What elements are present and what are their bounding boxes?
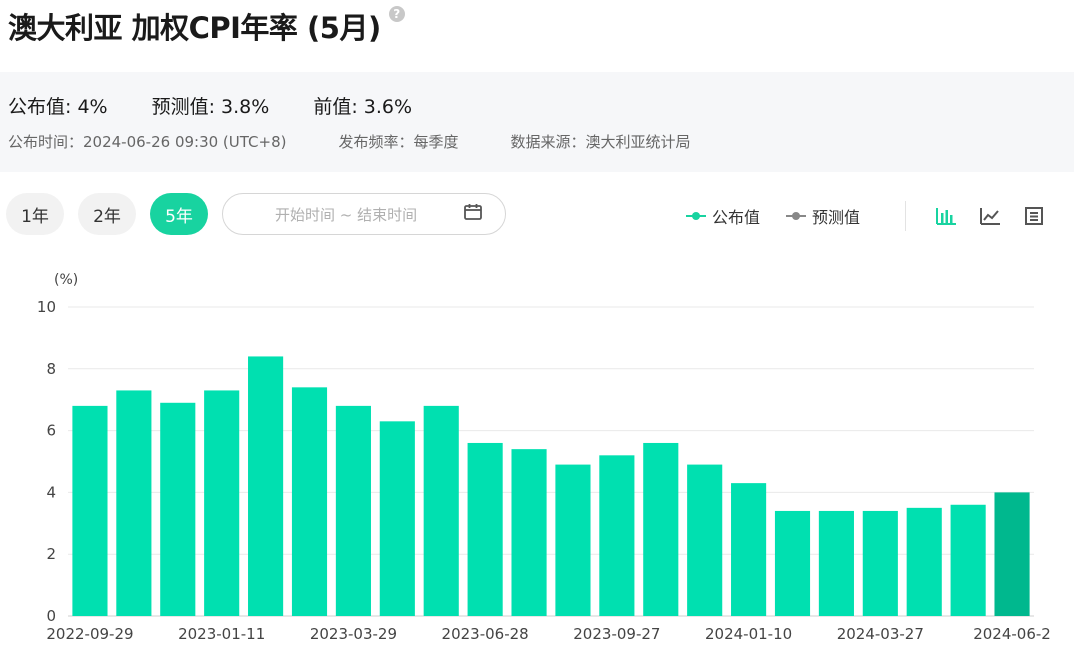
chart-bar [687,464,723,616]
range-5y-button[interactable]: 5年 [150,193,208,235]
actual-value: 公布值: 4% [8,96,108,118]
calendar-icon[interactable] [463,202,483,226]
line-chart-view-icon[interactable] [979,205,1001,227]
y-tick-label: 0 [46,607,56,625]
legend-actual-marker [686,211,706,221]
chart-bar [511,449,547,616]
chart-legend: 公布值 预测值 [686,204,886,228]
chart-bar [467,442,503,616]
forecast-value: 预测值: 3.8% [151,96,270,118]
chart-bar [950,504,986,616]
y-axis-label: (%) [54,272,78,288]
x-tick-label: 2024-06-2 [973,625,1051,643]
previous-value: 前值: 3.6% [313,96,413,118]
chart-bar [994,492,1030,616]
x-tick-label: 2023-03-29 [310,625,397,643]
x-tick-label: 2024-03-27 [837,625,924,643]
table-view-icon[interactable] [1023,205,1045,227]
y-tick-label: 6 [46,422,56,440]
chart-bar [72,405,108,616]
chart-bar [335,405,371,616]
date-range-placeholder: 开始时间 ~ 结束时间 [275,205,418,224]
chart-bar [818,510,854,616]
chart-bar [774,510,811,616]
toolbar-divider [905,201,906,231]
chart-bar [379,421,415,616]
chart-bar [555,464,591,616]
y-tick-label: 10 [37,298,56,316]
title-row: 澳大利亚 加权CPI年率 (5月) ? [8,6,405,52]
data-source: 数据来源：澳大利亚统计局 [510,133,691,151]
chart-bar [291,387,328,616]
release-values: 公布值: 4% 预测值: 3.8% 前值: 3.6% [8,92,456,119]
chart-bar [423,405,459,616]
x-tick-label: 2023-09-27 [573,625,660,643]
bar-chart-view-icon[interactable] [935,205,957,227]
y-tick-label: 2 [46,545,56,563]
range-2y-button[interactable]: 2年 [78,193,136,235]
chart-bar [116,390,152,616]
x-tick-label: 2022-09-29 [46,625,133,643]
release-meta: 公布时间：2024-06-26 09:30 (UTC+8) 发布频率：每季度 数… [8,131,743,152]
legend-forecast-marker [786,211,807,221]
legend-actual-label: 公布值 [712,208,761,227]
legend-actual[interactable]: 公布值 [686,204,760,228]
legend-forecast[interactable]: 预测值 [786,204,860,228]
chart-bar [160,402,196,616]
chart-bar [906,507,942,616]
chart-bar [643,442,679,616]
chart-bar [248,356,284,616]
date-range-input[interactable]: 开始时间 ~ 结束时间 [222,193,506,235]
release-time: 公布时间：2024-06-26 09:30 (UTC+8) [8,133,287,151]
cpi-bar-chart: 0 2 4 6 8 10 (%) 2022-09-29 2023-01-11 2023-03-29… [37,272,1051,643]
chart-bar [204,390,240,616]
chart-bar [862,510,898,616]
x-tick-label: 2023-01-11 [178,625,265,643]
x-tick-label: 2023-06-28 [442,625,529,643]
chart-bar [599,455,635,616]
x-tick-label: 2024-01-10 [705,625,792,643]
range-controls: 1年 2年 5年 开始时间 ~ 结束时间 [6,193,506,235]
help-icon[interactable]: ? [388,6,405,22]
release-frequency: 发布频率：每季度 [338,133,459,151]
chart-bar [731,483,767,616]
legend-forecast-label: 预测值 [812,208,861,227]
y-tick-label: 4 [46,483,56,501]
y-tick-label: 8 [46,360,56,378]
page-title: 澳大利亚 加权CPI年率 (5月) [8,11,381,45]
range-1y-button[interactable]: 1年 [6,193,64,235]
release-info-panel: 公布值: 4% 预测值: 3.8% 前值: 3.6% 公布时间：2024-06-… [0,72,1074,172]
